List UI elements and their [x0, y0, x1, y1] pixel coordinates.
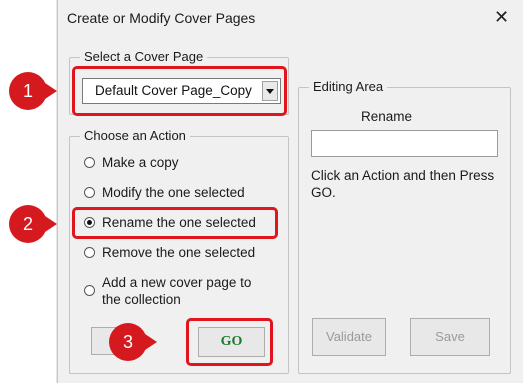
- radio-button[interactable]: [84, 187, 95, 198]
- save-button[interactable]: Save: [410, 318, 490, 356]
- radio-label: Remove the one selected: [102, 245, 256, 260]
- radio-label: Make a copy: [102, 155, 179, 170]
- step-badge-2: 2: [9, 205, 57, 243]
- editing-area-legend: Editing Area: [309, 79, 388, 95]
- step-badge-3: 3: [109, 323, 157, 361]
- radio-button[interactable]: [84, 157, 95, 168]
- step-badge-1: 1: [9, 72, 57, 110]
- instruction-text-line1: Click an Action and then Press: [311, 168, 495, 183]
- choose-action-legend: Choose an Action: [80, 128, 190, 144]
- dialog-title: Create or Modify Cover Pages: [67, 10, 256, 26]
- highlight-box-go: [186, 318, 273, 366]
- instruction-text-line2: GO.: [311, 185, 336, 200]
- rename-input[interactable]: [311, 130, 498, 157]
- rename-label: Rename: [361, 109, 413, 124]
- radio-button[interactable]: [84, 285, 95, 296]
- highlight-box-rename: [72, 207, 278, 239]
- dialog-titlebar: Create or Modify Cover Pages ✕: [58, 0, 523, 36]
- radio-label: Modify the one selected: [102, 185, 245, 200]
- highlight-box-select: [72, 66, 287, 116]
- validate-button[interactable]: Validate: [312, 318, 386, 356]
- radio-label-line1: Add a new cover page to: [102, 275, 252, 290]
- select-cover-page-legend: Select a Cover Page: [80, 49, 208, 65]
- radio-label-line2: the collection: [102, 292, 181, 307]
- radio-button[interactable]: [84, 247, 95, 258]
- close-icon[interactable]: ✕: [494, 8, 509, 26]
